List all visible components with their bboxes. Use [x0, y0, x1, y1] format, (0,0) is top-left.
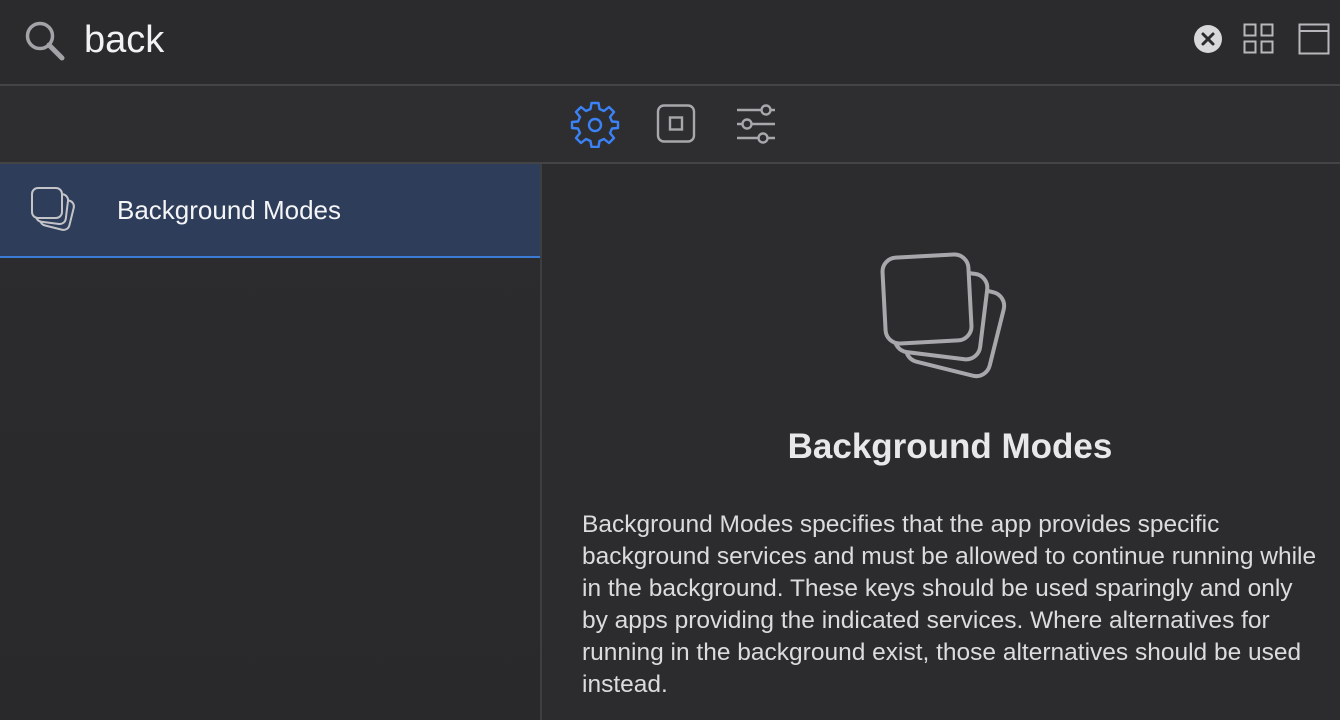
sliders-icon[interactable] [731, 100, 781, 148]
gear-icon[interactable] [570, 100, 620, 148]
detail-title: Background Modes [787, 427, 1113, 466]
stacked-cards-icon [31, 187, 75, 231]
search-input[interactable] [84, 12, 1164, 68]
list-item-background-modes[interactable]: Background Modes [0, 164, 540, 258]
library-toolbar [0, 86, 1340, 164]
detail-description: Background Modes specifies that the app … [582, 511, 1317, 698]
detail-pane: Background Modes Background Modes specif… [542, 164, 1340, 720]
results-list: Background Modes [0, 164, 542, 720]
stacked-cards-icon [880, 252, 1007, 379]
clear-circle-icon[interactable] [1193, 24, 1223, 54]
search-bar [0, 0, 1340, 86]
grid-view-icon[interactable] [1243, 23, 1274, 54]
object-square-icon[interactable] [651, 100, 701, 148]
library-window: Background Modes Background Modes Backgr… [0, 0, 1340, 720]
search-icon [25, 21, 65, 61]
list-item-label: Background Modes [117, 195, 342, 225]
single-pane-view-icon[interactable] [1298, 23, 1330, 55]
